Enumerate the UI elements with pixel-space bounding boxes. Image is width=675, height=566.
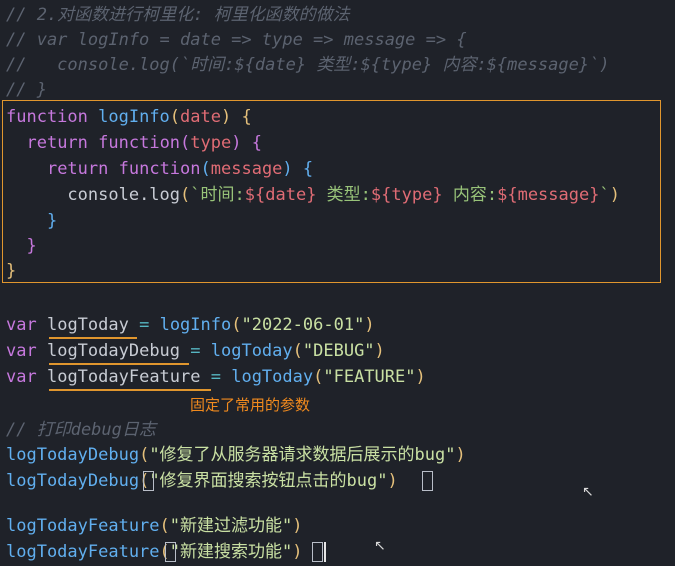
code-line: } — [6, 236, 37, 256]
code-line: var logTodayDebug = logToday("DEBUG") — [6, 341, 385, 361]
code-line: } — [6, 211, 58, 231]
code-line: logTodayFeature("新建搜索功能") — [6, 542, 303, 562]
code-line: } — [6, 261, 17, 281]
bracket-match-box — [165, 542, 176, 562]
code-line: var logToday = logInfo("2022-06-01") — [6, 315, 375, 335]
code-line: function logInfo(date) { — [6, 107, 252, 127]
mouse-pointer-icon: ↖ — [374, 538, 386, 554]
annotation-note: 固定了常用的参数 — [190, 396, 311, 414]
comment-line: // console.log(`时间:${date} 类型:${type} 内容… — [6, 55, 610, 75]
code-line: return function(type) { — [26, 133, 262, 153]
bracket-match-box — [312, 542, 323, 562]
comment-line: // var logInfo = date => type => message… — [6, 30, 467, 50]
code-line: console.log(`时间:${date} 类型:${type} 内容:${… — [67, 185, 620, 205]
comment-line: // 2.对函数进行柯里化: 柯里化函数的做法 — [6, 5, 350, 25]
code-line: var logTodayFeature = logToday("FEATURE"… — [6, 367, 426, 387]
mouse-pointer-icon: ↖ — [582, 484, 594, 500]
underline — [49, 389, 211, 391]
code-line: logTodayDebug("修复界面搜索按钮点击的bug") — [6, 471, 398, 491]
code-editor[interactable]: // 2.对函数进行柯里化: 柯里化函数的做法 // var logInfo =… — [0, 0, 675, 566]
bracket-match-box — [422, 471, 433, 491]
text-cursor — [324, 542, 326, 562]
code-line: logTodayFeature("新建过滤功能") — [6, 516, 303, 536]
code-line: return function(message) { — [46, 159, 314, 179]
code-line: logTodayDebug("修复了从服务器请求数据后展示的bug") — [6, 445, 466, 465]
bracket-match-box — [143, 471, 154, 491]
comment-line: // 打印debug日志 — [6, 420, 156, 440]
